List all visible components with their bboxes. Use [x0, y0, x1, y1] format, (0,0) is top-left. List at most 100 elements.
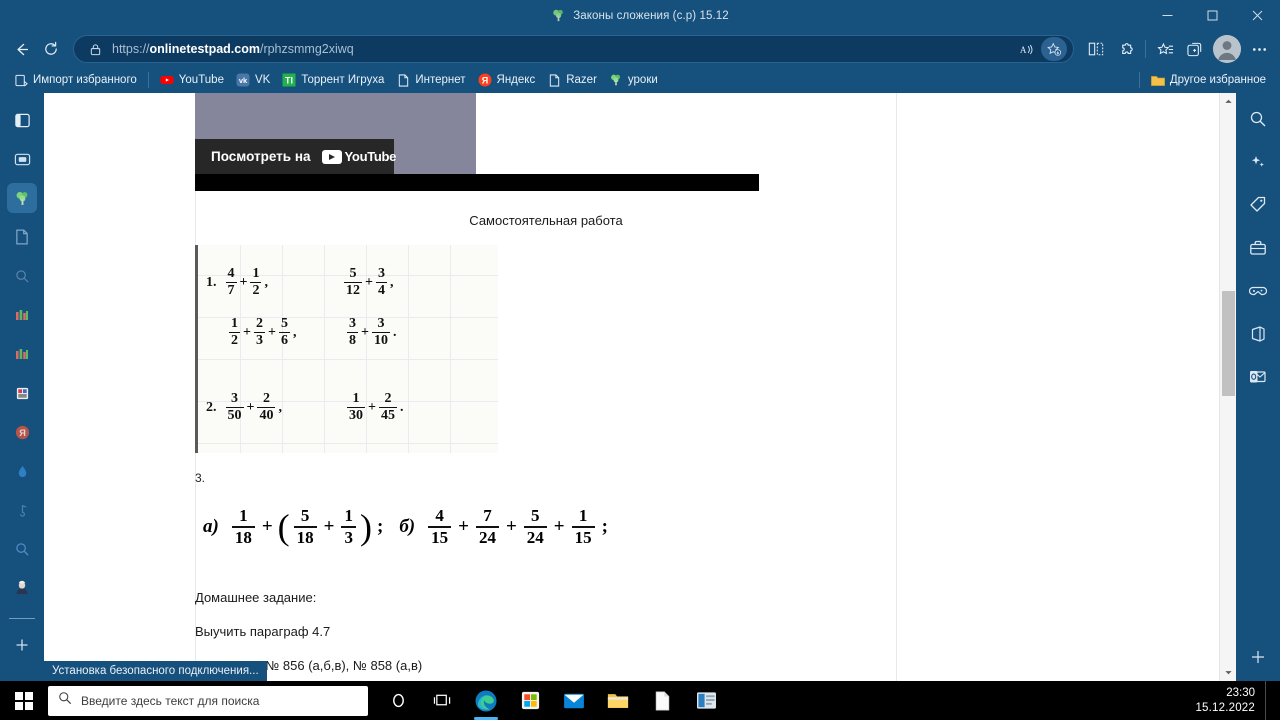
- active-tab[interactable]: Законы сложения (с.р) 15.12: [551, 8, 729, 23]
- broccoli-tab-icon[interactable]: [7, 183, 37, 213]
- clock-date: 15.12.2022: [1195, 701, 1255, 714]
- browser-window-icon[interactable]: [7, 144, 37, 174]
- taskbar-search-input[interactable]: Введите здесь текст для поиска: [48, 685, 368, 716]
- microsoft-store-icon[interactable]: [510, 681, 550, 720]
- mail-icon[interactable]: [554, 681, 594, 720]
- search-sidebar-icon[interactable]: [1244, 105, 1272, 133]
- read-aloud-icon[interactable]: A: [1013, 37, 1039, 61]
- add-sidebar-plus-icon[interactable]: [1244, 643, 1272, 671]
- app-window-icon[interactable]: [686, 681, 726, 720]
- puzzle-piece-icon[interactable]: [1111, 34, 1141, 64]
- task-number: 1.: [206, 274, 217, 290]
- fraction: 5 12: [344, 266, 362, 298]
- url-text[interactable]: https://onlinetestpad.com/rphzsmmg2xiwq: [112, 42, 1013, 56]
- favorites-bar: Импорт избранного YouTube vk VK TI Торре…: [0, 67, 1280, 93]
- back-arrow-icon[interactable]: [6, 34, 36, 64]
- show-desktop-button[interactable]: [1265, 681, 1272, 720]
- yandex-icon: Я: [478, 73, 492, 87]
- favorite-razer[interactable]: Razer: [541, 71, 603, 89]
- fraction: 12: [229, 316, 240, 348]
- windows-taskbar: Введите здесь текст для поиска 23:30 15.…: [0, 681, 1280, 720]
- favorite-uroki[interactable]: уроки: [603, 71, 664, 89]
- close-paren: ): [359, 506, 372, 547]
- browser-toolbar: https://onlinetestpad.com/rphzsmmg2xiwq …: [0, 31, 1280, 67]
- punctuation: ,: [292, 324, 297, 340]
- plus-operator: +: [246, 399, 255, 415]
- scrollbar-thumb[interactable]: [1222, 291, 1235, 396]
- folder-icon: [1150, 73, 1165, 87]
- more-ellipsis-icon[interactable]: [1244, 34, 1274, 64]
- vertical-tab-strip: Я: [0, 93, 44, 681]
- search-placeholder: Введите здесь текст для поиска: [81, 693, 260, 708]
- minimize-icon[interactable]: [1145, 0, 1190, 31]
- chart-tab-icon[interactable]: [7, 300, 37, 330]
- favorite-label: VK: [254, 74, 271, 86]
- favorite-import[interactable]: Импорт избранного: [8, 71, 143, 89]
- fraction: 2 40: [257, 391, 276, 423]
- add-favorite-star-icon[interactable]: [1041, 37, 1067, 61]
- water-drop-tab-icon[interactable]: [7, 456, 37, 486]
- url-domain: onlinetestpad.com: [149, 42, 260, 56]
- scroll-up-arrow[interactable]: [1220, 93, 1236, 110]
- browser-essentials-icon[interactable]: [1180, 34, 1210, 64]
- music-tab-icon[interactable]: [7, 495, 37, 525]
- maximize-icon[interactable]: [1190, 0, 1235, 31]
- favorite-vk[interactable]: vk VK: [230, 71, 276, 89]
- vk-icon: vk: [236, 73, 250, 87]
- plus-operator: +: [243, 324, 251, 340]
- fraction: 23: [253, 316, 265, 348]
- yandex-tab-icon[interactable]: Я: [7, 417, 37, 447]
- new-tab-plus-icon[interactable]: [7, 630, 37, 660]
- content-column: Посмотреть на YouTube Самостоятельная ра…: [195, 93, 897, 681]
- chart-tab-icon-2[interactable]: [7, 339, 37, 369]
- task-2-row-1-left: 2. 3 50 + 2 40 ,: [206, 392, 282, 423]
- profile-avatar-icon[interactable]: [1213, 35, 1241, 63]
- games-icon[interactable]: [1244, 277, 1272, 305]
- favorite-youtube[interactable]: YouTube: [154, 71, 230, 89]
- favorite-internet[interactable]: Интернет: [390, 71, 471, 89]
- collections-icon[interactable]: [1150, 34, 1180, 64]
- tab-list-icon[interactable]: [7, 105, 37, 135]
- favorite-label: Интернет: [415, 74, 466, 86]
- close-icon[interactable]: [1235, 0, 1280, 31]
- taskbar-apps: [378, 681, 726, 720]
- copilot-sparkle-icon[interactable]: [1244, 148, 1272, 176]
- outlook-icon[interactable]: [1244, 363, 1272, 391]
- windows-logo: [15, 691, 33, 710]
- task-3-image: а) 1 18 + ( 5 18 + 13 ) ; б) 4 15 + 7 24 +: [203, 498, 723, 556]
- title-bar: Законы сложения (с.р) 15.12: [0, 0, 1280, 31]
- task-view-icon[interactable]: [422, 681, 462, 720]
- file-explorer-icon[interactable]: [598, 681, 638, 720]
- watch-on-youtube-button[interactable]: Посмотреть на YouTube: [195, 139, 396, 174]
- favorite-torrent-igruha[interactable]: TI Торрент Игруха: [276, 71, 390, 89]
- avatar-tab-icon[interactable]: [7, 573, 37, 603]
- fraction: 2 45: [378, 391, 397, 423]
- refresh-icon[interactable]: [36, 34, 66, 64]
- lock-icon[interactable]: [86, 40, 104, 58]
- address-bar[interactable]: https://onlinetestpad.com/rphzsmmg2xiwq …: [73, 35, 1074, 63]
- notepad-icon[interactable]: [642, 681, 682, 720]
- task-1-row-1-right: 5 12 + 34 ,: [343, 267, 393, 298]
- vertical-scrollbar[interactable]: [1219, 93, 1236, 681]
- plus-operator: +: [323, 516, 335, 537]
- edge-icon[interactable]: [466, 681, 506, 720]
- page-surface: Посмотреть на YouTube Самостоятельная ра…: [44, 93, 1218, 681]
- shopping-tag-icon[interactable]: [1244, 191, 1272, 219]
- page-tab-icon[interactable]: [7, 222, 37, 252]
- search-tab-icon[interactable]: [7, 261, 37, 291]
- svg-text:Я: Я: [19, 428, 26, 438]
- punctuation: ,: [264, 274, 268, 290]
- favorite-yandex[interactable]: Я Яндекс: [472, 71, 542, 89]
- cortana-circle-icon[interactable]: [378, 681, 418, 720]
- tools-briefcase-icon[interactable]: [1244, 234, 1272, 262]
- punctuation: .: [399, 399, 404, 415]
- office-icon[interactable]: [1244, 320, 1272, 348]
- magnifier-tab-icon[interactable]: [7, 534, 37, 564]
- taskbar-clock[interactable]: 23:30 15.12.2022: [1195, 686, 1255, 715]
- task-1-row-2-left: 12 + 23 + 56 ,: [228, 317, 296, 348]
- other-favorites-folder[interactable]: Другое избранное: [1145, 71, 1272, 89]
- scroll-down-arrow[interactable]: [1220, 664, 1236, 681]
- windows-start-icon[interactable]: [0, 681, 48, 720]
- app-tab-icon[interactable]: [7, 378, 37, 408]
- split-screen-icon[interactable]: [1081, 34, 1111, 64]
